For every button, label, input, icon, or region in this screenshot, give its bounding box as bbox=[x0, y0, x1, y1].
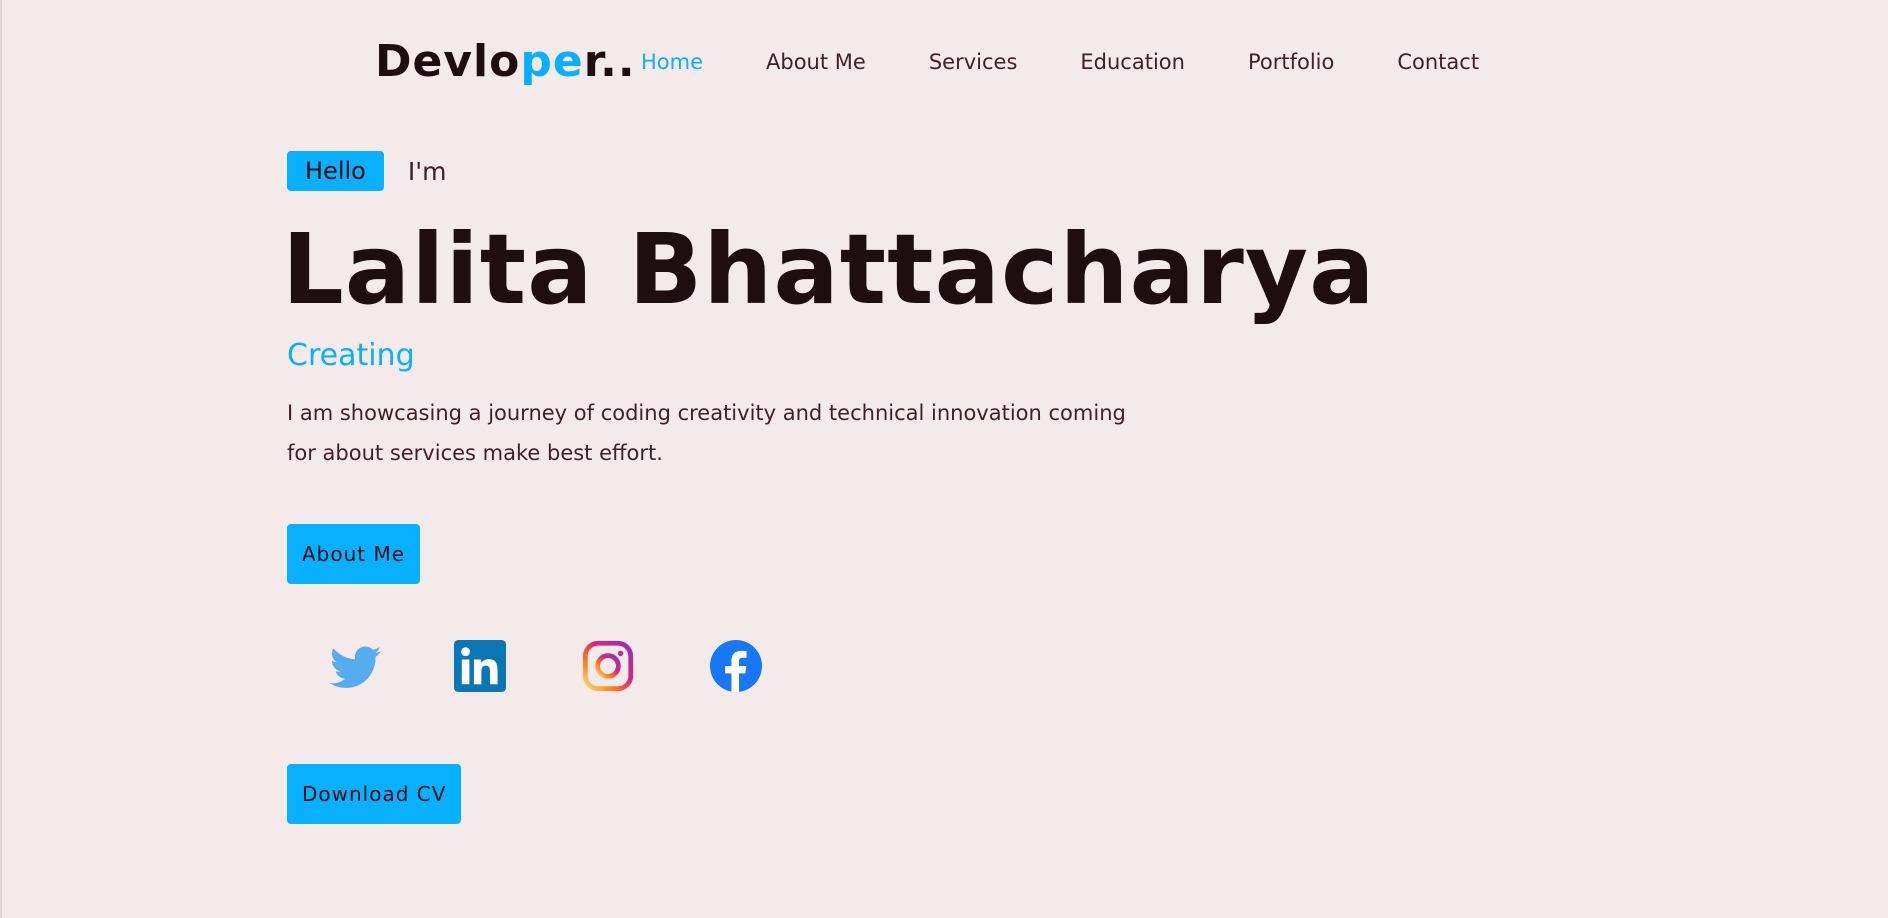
nav-link-contact[interactable]: Contact bbox=[1397, 50, 1479, 74]
logo-text-part1: Devlo bbox=[375, 36, 521, 87]
facebook-link[interactable] bbox=[710, 640, 762, 692]
hero-role-text: Creating bbox=[287, 338, 415, 373]
hero-description: I am showcasing a journey of coding crea… bbox=[287, 401, 1126, 465]
nav-link-education[interactable]: Education bbox=[1080, 50, 1185, 74]
hello-badge: Hello bbox=[287, 151, 384, 191]
site-logo[interactable]: Devloper.. bbox=[375, 34, 636, 90]
instagram-icon bbox=[582, 640, 634, 692]
nav-link-portfolio[interactable]: Portfolio bbox=[1248, 50, 1334, 74]
twitter-link[interactable] bbox=[330, 640, 382, 692]
im-text: I'm bbox=[407, 156, 447, 186]
nav-links: Home About Me Services Education Portfol… bbox=[641, 30, 1479, 94]
nav-link-services[interactable]: Services bbox=[929, 50, 1018, 74]
hero-name-heading: Lalita Bhattacharya bbox=[282, 213, 1376, 326]
instagram-link[interactable] bbox=[582, 640, 634, 692]
nav-link-home[interactable]: Home bbox=[641, 50, 703, 74]
nav-link-about-me[interactable]: About Me bbox=[766, 50, 866, 74]
about-me-button[interactable]: About Me bbox=[287, 524, 421, 584]
twitter-icon bbox=[330, 646, 382, 688]
linkedin-icon bbox=[454, 640, 506, 692]
greeting-row: Hello I'm bbox=[287, 151, 446, 191]
download-cv-button[interactable]: Download CV bbox=[287, 764, 462, 824]
page-border bbox=[0, 0, 2, 918]
logo-text-accent: pe bbox=[520, 36, 584, 87]
facebook-icon bbox=[710, 640, 762, 692]
logo-text-part3: r.. bbox=[583, 36, 636, 87]
linkedin-link[interactable] bbox=[454, 640, 506, 692]
navbar: Devloper.. Home About Me Services Educat… bbox=[0, 30, 1888, 94]
